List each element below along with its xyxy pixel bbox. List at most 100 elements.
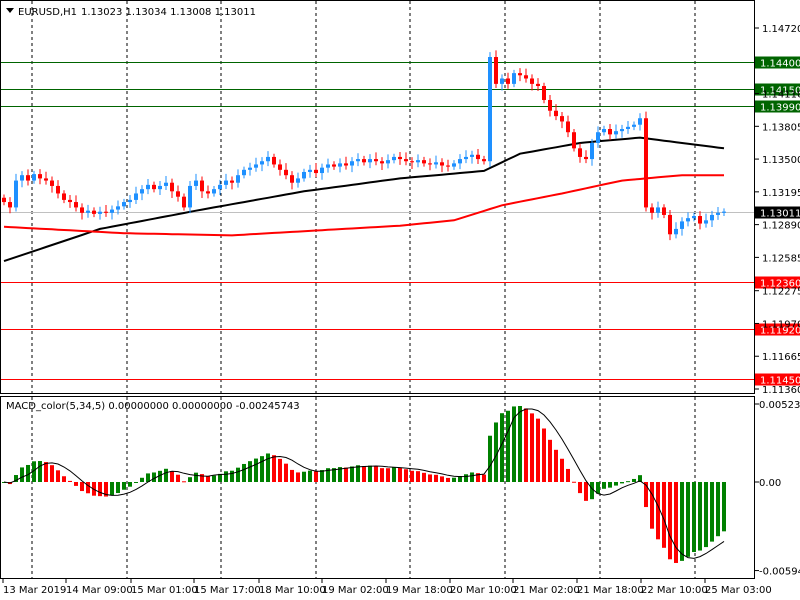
macd-bar xyxy=(464,474,468,482)
time-label: 20 Mar 10:00 xyxy=(450,585,517,596)
candle-body xyxy=(158,185,162,190)
candle-body xyxy=(200,180,204,192)
macd-bar xyxy=(380,468,384,482)
macd-bar xyxy=(548,439,552,482)
candle-body xyxy=(116,206,120,210)
time-label: 21 Mar 18:00 xyxy=(577,585,644,596)
macd-bar xyxy=(230,470,234,482)
macd-bar xyxy=(428,474,432,482)
candle-body xyxy=(602,128,606,133)
time-label: 13 Mar 2019 xyxy=(3,585,66,596)
candle-body xyxy=(698,216,702,224)
candle-body xyxy=(290,175,294,183)
level-price-label: 1.13011 xyxy=(760,209,800,220)
price-tick-label: 1.11970 xyxy=(762,319,800,330)
macd-bar xyxy=(260,456,264,482)
candle-body xyxy=(2,197,6,203)
price-tick-label: 1.14110 xyxy=(762,90,800,101)
candle-body xyxy=(662,207,666,215)
macd-bar xyxy=(272,455,276,482)
candle-body xyxy=(50,180,54,186)
candle-body xyxy=(140,189,144,194)
candle-body xyxy=(356,159,360,162)
macd-bar xyxy=(122,482,126,490)
candle-body xyxy=(704,220,708,224)
candle-body xyxy=(680,221,684,229)
macd-bar xyxy=(542,428,546,482)
candle-body xyxy=(188,185,192,208)
price-tick-label: 1.12275 xyxy=(762,287,800,298)
price-chart[interactable]: 1.144001.141501.139901.130111.123601.119… xyxy=(0,0,800,600)
candle-body xyxy=(380,161,384,164)
macd-bar xyxy=(350,466,354,482)
candle-body xyxy=(536,83,540,87)
time-label: 22 Mar 10:00 xyxy=(641,585,708,596)
macd-bar xyxy=(38,461,42,482)
candle-body xyxy=(236,175,240,183)
price-tick-label: 1.13500 xyxy=(762,155,800,166)
candle-body xyxy=(314,169,318,174)
candle-body xyxy=(404,159,408,162)
macd-bar xyxy=(602,482,606,489)
macd-bar xyxy=(650,482,654,529)
candle-body xyxy=(224,180,228,185)
candle-body xyxy=(110,209,114,213)
macd-bar xyxy=(140,477,144,482)
candle-body xyxy=(446,165,450,167)
macd-bar xyxy=(320,470,324,482)
candle-body xyxy=(176,191,180,197)
macd-bar xyxy=(368,465,372,482)
candle-body xyxy=(272,156,276,165)
candle-body xyxy=(248,167,252,170)
candle-body xyxy=(362,159,366,163)
macd-bar xyxy=(302,471,306,482)
macd-bar xyxy=(374,466,378,482)
macd-bar xyxy=(56,470,60,482)
macd-scale-label: -0.005945 xyxy=(759,567,800,578)
candle-body xyxy=(608,128,612,135)
macd-bar xyxy=(284,463,288,482)
macd-bar xyxy=(716,482,720,537)
macd-bar xyxy=(116,482,120,494)
candle-body xyxy=(104,211,108,213)
macd-bar xyxy=(188,477,192,482)
macd-bar xyxy=(344,467,348,482)
macd-bar xyxy=(314,471,318,482)
candle-body xyxy=(332,164,336,167)
candle-body xyxy=(620,128,624,132)
candle-body xyxy=(152,184,156,190)
macd-bar xyxy=(224,471,228,482)
macd-bar xyxy=(134,482,138,483)
macd-bar xyxy=(488,435,492,482)
macd-bar xyxy=(506,410,510,482)
symbol-label: EURUSD,H1 xyxy=(18,7,77,18)
macd-bar xyxy=(698,482,702,551)
macd-bar xyxy=(170,471,174,482)
macd-bar xyxy=(452,477,456,482)
candle-body xyxy=(656,207,660,213)
candle-body xyxy=(512,73,516,84)
candle-body xyxy=(92,210,96,214)
candle-body xyxy=(638,118,642,125)
macd-bar xyxy=(128,482,132,487)
candle-body xyxy=(590,142,594,160)
macd-bar xyxy=(470,472,474,482)
candle-body xyxy=(212,189,216,194)
macd-bar xyxy=(176,474,180,482)
candle-body xyxy=(584,156,588,160)
candle-body xyxy=(134,193,138,200)
candle-body xyxy=(506,78,510,84)
macd-bar xyxy=(74,482,78,486)
candle-body xyxy=(440,162,444,166)
candle-body xyxy=(368,159,372,163)
candle-body xyxy=(488,57,492,162)
macd-bar xyxy=(68,480,72,482)
candle-body xyxy=(674,228,678,235)
candle-body xyxy=(170,182,174,192)
macd-bar xyxy=(692,482,696,553)
candle-body xyxy=(494,57,498,84)
macd-bar xyxy=(572,481,576,483)
candle-body xyxy=(74,202,78,208)
time-label: 15 Mar 17:00 xyxy=(194,585,261,596)
macd-bar xyxy=(356,465,360,482)
